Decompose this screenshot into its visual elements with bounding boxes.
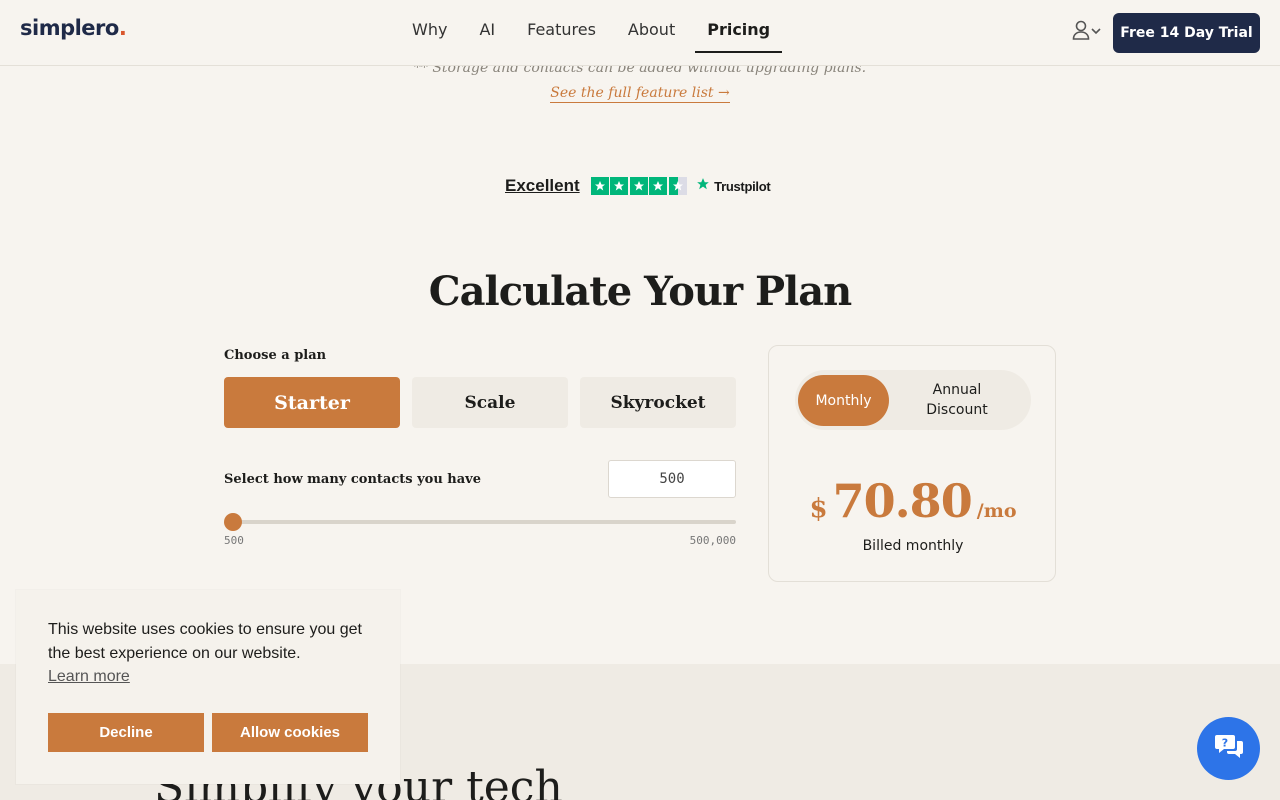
price-period: /mo [976, 500, 1017, 522]
main-nav: Why AI Features About Pricing [400, 14, 790, 53]
free-trial-button[interactable]: Free 14 Day Trial [1113, 13, 1260, 53]
trustpilot-widget[interactable]: Excellent Trustpilot [505, 176, 771, 196]
trustpilot-stars [590, 177, 689, 195]
nav-pricing[interactable]: Pricing [695, 14, 783, 53]
chevron-down-icon [1090, 23, 1102, 41]
billing-frequency: Billed monthly [862, 538, 964, 554]
feature-list-link-row: See the full feature list → [0, 85, 1280, 103]
plan-starter-button[interactable]: Starter [224, 377, 400, 428]
slider-min-label: 500 [224, 534, 244, 547]
slider-max-label: 500,000 [689, 534, 736, 547]
price-amount: 70.80 [832, 474, 973, 528]
contacts-label: Select how many contacts you have [224, 472, 481, 487]
svg-text:?: ? [1221, 737, 1227, 750]
cookie-learn-more-link[interactable]: Learn more [48, 668, 130, 686]
toggle-monthly[interactable]: Monthly [798, 375, 889, 426]
nav-features[interactable]: Features [515, 14, 608, 53]
price-currency: $ [809, 494, 828, 524]
plan-scale-button[interactable]: Scale [412, 377, 568, 428]
nav-ai[interactable]: AI [467, 14, 507, 53]
star-icon [629, 177, 648, 195]
chat-help-button[interactable]: ? [1197, 717, 1260, 780]
user-icon [1072, 20, 1090, 45]
cookie-decline-button[interactable]: Decline [48, 713, 204, 752]
calculator-title: Calculate Your Plan [428, 268, 852, 315]
contacts-slider-track[interactable] [232, 520, 736, 524]
cookie-banner: This website uses cookies to ensure you … [16, 590, 400, 784]
star-icon [649, 177, 668, 195]
cookie-allow-button[interactable]: Allow cookies [212, 713, 368, 752]
choose-plan-label: Choose a plan [224, 348, 327, 363]
site-header: simplero. Why AI Features About Pricing … [0, 0, 1280, 66]
contacts-input[interactable] [608, 460, 736, 498]
plan-skyrocket-button[interactable]: Skyrocket [580, 377, 736, 428]
toggle-annual-discount[interactable]: Annual Discount [907, 378, 1007, 422]
cookie-message: This website uses cookies to ensure you … [48, 621, 362, 662]
simplero-logo[interactable]: simplero. [20, 16, 127, 40]
price-display: $ 70.80 /mo [769, 474, 1057, 528]
star-icon [610, 177, 629, 195]
star-icon [590, 177, 609, 195]
trustpilot-logo-star-icon [696, 177, 710, 196]
half-star-icon [668, 177, 687, 195]
nav-why[interactable]: Why [400, 14, 459, 53]
billing-toggle[interactable]: Monthly Annual Discount [795, 370, 1031, 430]
trustpilot-rating-label[interactable]: Excellent [505, 176, 580, 196]
account-menu[interactable] [1072, 20, 1104, 45]
nav-about[interactable]: About [616, 14, 687, 53]
feature-list-link[interactable]: See the full feature list → [550, 85, 730, 103]
trustpilot-brand: Trustpilot [714, 178, 771, 194]
contacts-slider-handle[interactable] [224, 513, 242, 531]
price-card: Monthly Annual Discount $ 70.80 /mo Bill… [768, 345, 1056, 582]
chat-help-icon: ? [1214, 731, 1244, 766]
